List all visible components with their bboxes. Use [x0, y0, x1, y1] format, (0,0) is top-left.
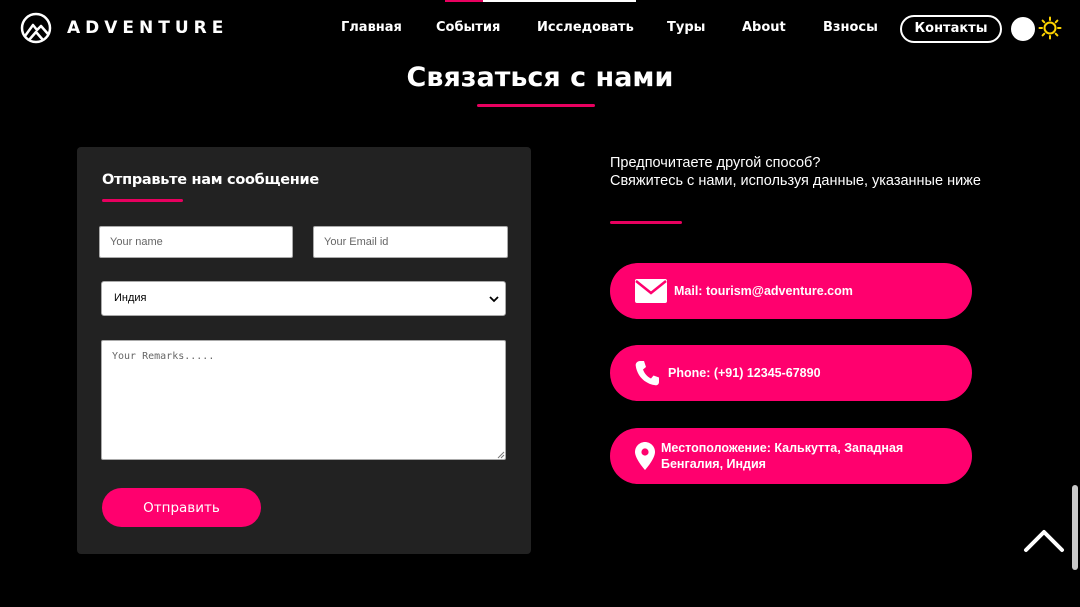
nav-item-tours[interactable]: Туры [667, 20, 705, 35]
alt-contact-line-2: Свяжитесь с нами, используя данные, указ… [610, 173, 981, 189]
title-underline [477, 104, 595, 107]
alt-contact-intro: Предпочитаете другой способ? Свяжитесь с… [610, 154, 990, 190]
nav-item-about[interactable]: About [742, 20, 786, 35]
phone-contact-pill[interactable]: Phone: (+91) 12345-67890 [610, 345, 972, 401]
location-contact-pill[interactable]: Местоположение: Калькутта, Западная Бенг… [610, 428, 972, 484]
theme-toggle[interactable] [1011, 17, 1035, 41]
phone-icon [635, 361, 659, 386]
country-select[interactable]: Индия [101, 281, 506, 316]
nav-item-home[interactable]: Главная [341, 20, 402, 35]
chevron-up-icon[interactable] [1023, 527, 1065, 553]
mail-icon [635, 279, 667, 303]
mail-contact-pill[interactable]: Mail: tourism@adventure.com [610, 263, 972, 319]
page-title: Связаться с нами [406, 62, 674, 93]
nav-item-fees[interactable]: Взносы [823, 20, 878, 35]
remarks-field[interactable] [101, 340, 506, 460]
email-field[interactable] [313, 226, 508, 258]
nav-item-contacts[interactable]: Контакты [900, 15, 1002, 43]
resize-handle-icon[interactable] [497, 451, 505, 459]
contact-form-card: Отправьте нам сообщение Индия Отправить [77, 147, 531, 554]
send-button[interactable]: Отправить [102, 488, 261, 527]
form-heading-underline [102, 199, 183, 202]
alt-contact-underline [610, 221, 682, 224]
mail-label: Mail: tourism@adventure.com [674, 284, 853, 298]
chevron-down-icon [489, 296, 499, 303]
phone-label: Phone: (+91) 12345-67890 [668, 366, 821, 380]
nav-item-explore[interactable]: Исследовать [537, 20, 634, 35]
location-label: Местоположение: Калькутта, Западная Бенг… [661, 441, 904, 471]
location-pin-icon [635, 442, 655, 470]
name-field[interactable] [99, 226, 293, 258]
country-select-value: Индия [114, 292, 147, 304]
alt-contact-line-1: Предпочитаете другой способ? [610, 155, 821, 171]
form-heading: Отправьте нам сообщение [102, 172, 319, 188]
sun-icon[interactable] [1038, 16, 1062, 40]
scrollbar-thumb[interactable] [1072, 485, 1078, 570]
site-header: ADVENTURE Главная События Исследовать Ту… [0, 0, 1080, 58]
main-nav: Главная События Исследовать Туры About В… [0, 15, 1080, 43]
nav-item-events[interactable]: События [436, 20, 500, 35]
